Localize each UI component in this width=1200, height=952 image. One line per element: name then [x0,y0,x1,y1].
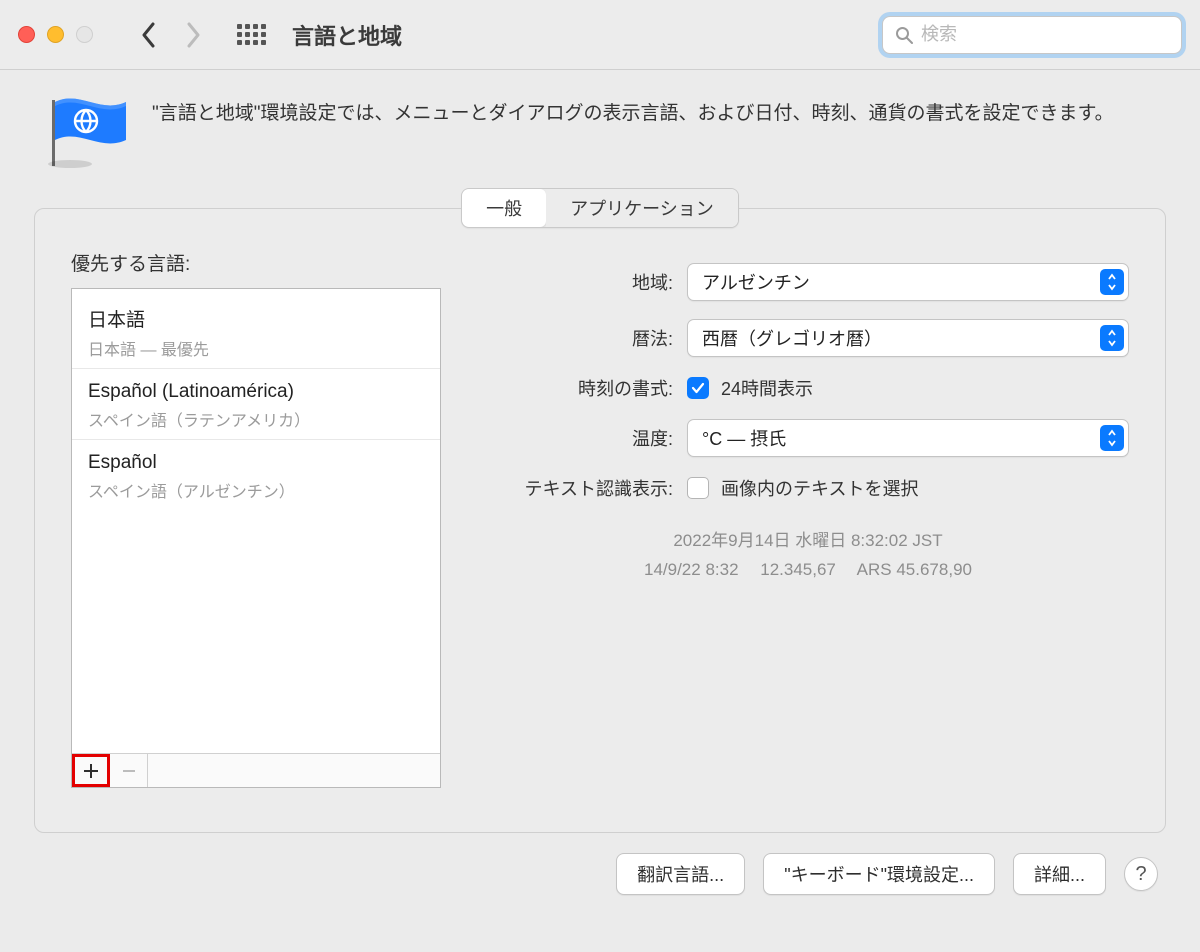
translate-languages-button[interactable]: 翻訳言語... [616,853,745,895]
text-recognition-checkbox[interactable] [687,477,709,499]
search-input[interactable] [921,24,1169,45]
temperature-select[interactable]: °C — 摂氏 [687,419,1129,457]
zoom-window-button[interactable] [76,26,93,43]
window-toolbar: 言語と地域 [0,0,1200,70]
window-traffic-lights [18,26,93,43]
language-name: Español (Latinoamérica) [88,381,424,403]
tab-control: 一般 アプリケーション [0,188,1200,228]
search-icon [895,26,913,44]
temperature-label: 温度: [487,425,687,451]
preferred-languages-label: 優先する言語: [71,249,441,276]
chevron-up-down-icon [1100,425,1124,451]
bottom-button-bar: 翻訳言語... "キーボード"環境設定... 詳細... ? [0,833,1200,895]
region-value: アルゼンチン [702,269,810,295]
language-item[interactable]: Español (Latinoamérica) スペイン語（ラテンアメリカ） [72,368,440,437]
chevron-up-down-icon [1100,269,1124,295]
24h-label: 24時間表示 [721,375,813,401]
toolbar-nav [141,22,201,48]
24h-checkbox[interactable] [687,377,709,399]
settings-panel: 優先する言語: 日本語 日本語 — 最優先 Español (Latinoamé… [34,208,1166,833]
forward-button[interactable] [185,22,201,48]
check-icon [691,381,705,395]
text-recognition-check-label: 画像内のテキストを選択 [721,475,918,501]
example-line-2: 14/9/22 8:32 12.345,67 ARS 45.678,90 [487,556,1129,585]
tab-general[interactable]: 一般 [462,189,546,227]
show-all-prefs-button[interactable] [237,24,266,45]
time-format-label: 時刻の書式: [487,375,687,401]
language-item[interactable]: Español スペイン語（アルゼンチン） [72,439,440,508]
preferred-languages-list[interactable]: 日本語 日本語 — 最優先 Español (Latinoamérica) スペ… [71,288,441,788]
pane-description: "言語と地域"環境設定では、メニューとダイアログの表示言語、および日付、時刻、通… [152,94,1114,130]
tab-applications[interactable]: アプリケーション [546,189,738,227]
calendar-label: 暦法: [487,325,687,351]
language-subtitle: スペイン語（アルゼンチン） [88,478,424,502]
chevron-up-down-icon [1100,325,1124,351]
language-subtitle: 日本語 — 最優先 [88,336,424,360]
example-line-1: 2022年9月14日 水曜日 8:32:02 JST [487,527,1129,556]
add-language-button[interactable] [72,754,110,787]
region-select[interactable]: アルゼンチン [687,263,1129,301]
text-recognition-label: テキスト認識表示: [487,475,687,501]
plus-icon [83,763,99,779]
calendar-select[interactable]: 西暦（グレゴリオ暦） [687,319,1129,357]
minus-icon [121,763,137,779]
language-item[interactable]: 日本語 日本語 — 最優先 [72,297,440,366]
language-name: Español [88,452,424,474]
format-settings: 地域: アルゼンチン 暦法: 西暦（グレゴリオ暦） [487,249,1129,788]
search-field-wrap[interactable] [882,16,1182,54]
languages-list-footer [72,753,440,787]
close-window-button[interactable] [18,26,35,43]
calendar-value: 西暦（グレゴリオ暦） [702,325,882,351]
format-examples: 2022年9月14日 水曜日 8:32:02 JST 14/9/22 8:32 … [487,527,1129,585]
remove-language-button[interactable] [110,754,148,787]
pane-header: "言語と地域"環境設定では、メニューとダイアログの表示言語、および日付、時刻、通… [0,70,1200,188]
language-subtitle: スペイン語（ラテンアメリカ） [88,407,424,431]
region-label: 地域: [487,269,687,295]
language-name: 日本語 [88,305,424,332]
details-button[interactable]: 詳細... [1013,853,1106,895]
preferred-languages-section: 優先する言語: 日本語 日本語 — 最優先 Español (Latinoamé… [71,249,441,788]
temperature-value: °C — 摂氏 [702,425,786,451]
minimize-window-button[interactable] [47,26,64,43]
keyboard-prefs-button[interactable]: "キーボード"環境設定... [763,853,995,895]
window-title: 言語と地域 [292,19,402,51]
language-region-icon [40,94,130,170]
help-button[interactable]: ? [1124,857,1158,891]
back-button[interactable] [141,22,157,48]
